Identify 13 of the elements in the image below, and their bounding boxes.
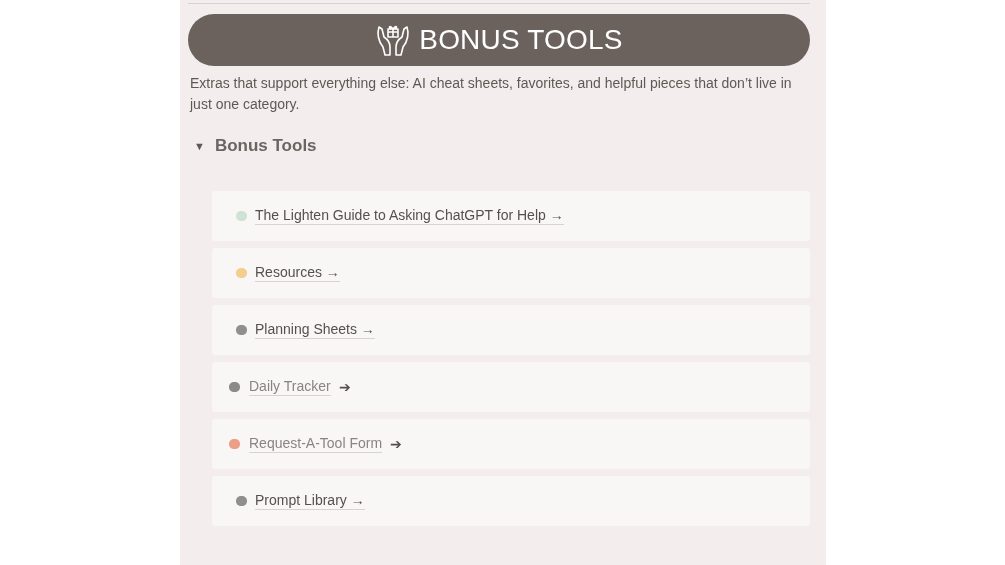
gift-hands-icon: [375, 23, 412, 57]
page-link[interactable]: Resources →: [255, 264, 340, 282]
page-link[interactable]: Prompt Library →: [255, 492, 365, 510]
page-link[interactable]: Daily Tracker: [249, 378, 331, 396]
page-link[interactable]: Planning Sheets →: [255, 321, 375, 339]
page-link[interactable]: The Lighten Guide to Asking ChatGPT for Help →: [255, 207, 564, 225]
description: Extras that support everything else: AI cheat sheets, favorites, and helpful pieces that don’t live in just one category.: [190, 74, 793, 114]
toggle-heading[interactable]: Bonus Tools: [214, 136, 317, 156]
page-link[interactable]: Request-A-Tool Form: [249, 435, 383, 453]
toggle-triangle-icon[interactable]: ▼: [194, 140, 205, 152]
arrow-icon: ➔: [338, 379, 351, 395]
banner-title: BONUS TOOLS: [419, 24, 623, 56]
arrow-icon: ➔: [390, 436, 403, 452]
